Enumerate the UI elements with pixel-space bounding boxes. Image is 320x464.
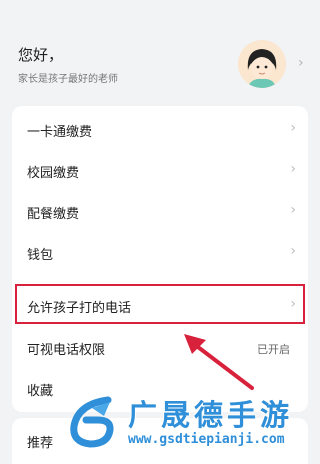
watermark-url: www.gsdtiepianji.com [128,432,285,447]
menu-item-meal-payment[interactable]: 配餐缴费 › [12,192,308,232]
highlight-box [15,284,305,324]
profile-header[interactable]: 您好， 家长是孩子最好的老师 › [0,0,320,100]
chevron-right-icon: › [290,243,296,259]
menu-item-wallet[interactable]: 钱包 › [12,233,308,273]
menu-item-label: 一卡通缴费 [27,125,93,140]
chevron-right-icon: › [290,202,296,218]
chevron-right-icon: › [290,120,296,136]
recommend-label: 推荐 [27,436,54,451]
menu-item-video-call-permission[interactable]: 可视电话权限 已开启 [12,328,308,368]
menu-item-label: 钱包 [27,248,54,263]
teacher-avatar-icon [238,40,286,88]
avatar[interactable] [238,40,286,88]
chevron-right-icon: › [298,55,304,71]
menu-item-label: 收藏 [27,384,54,399]
status-text: 已开启 [257,343,290,356]
chevron-right-icon: › [290,161,296,177]
menu-item-label: 校园缴费 [27,166,80,181]
menu-card: 一卡通缴费 › 校园缴费 › 配餐缴费 › 钱包 › 允许孩子打的电话 › 可视… [12,106,308,412]
menu-item-campus-payment[interactable]: 校园缴费 › [12,151,308,191]
greeting-text: 您好， [18,46,64,64]
menu-item-label: 配餐缴费 [27,207,80,222]
watermark: 广晟德手游 www.gsdtiepianji.com [64,392,320,456]
watermark-logo-icon [70,396,114,448]
menu-item-label: 可视电话权限 [27,343,106,358]
watermark-title: 广晟德手游 [128,398,294,432]
profile-subtitle: 家长是孩子最好的老师 [18,74,118,85]
menu-item-card-payment[interactable]: 一卡通缴费 › [12,110,308,150]
